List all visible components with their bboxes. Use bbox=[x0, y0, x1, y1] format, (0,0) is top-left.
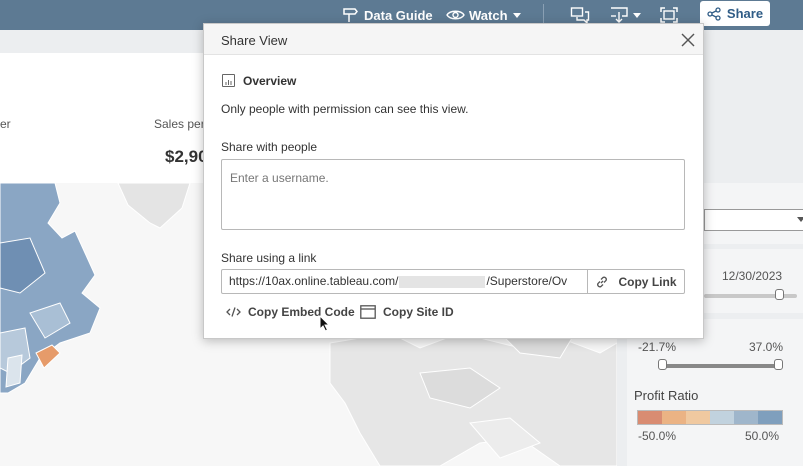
code-icon bbox=[226, 307, 241, 317]
share-label: Share bbox=[726, 6, 764, 21]
mouse-cursor-icon bbox=[319, 315, 331, 332]
chevron-down-icon bbox=[512, 12, 521, 18]
overview-title: Overview bbox=[243, 74, 297, 88]
legend-swatch bbox=[734, 411, 758, 424]
copy-link-button[interactable]: Copy Link bbox=[587, 270, 684, 293]
comments-icon bbox=[570, 7, 590, 24]
username-input[interactable] bbox=[221, 159, 685, 230]
dialog-title: Share View bbox=[221, 33, 288, 48]
share-with-people-label: Share with people bbox=[221, 140, 318, 154]
range-min-label: -21.7% bbox=[638, 340, 677, 354]
profit-ratio-legend: Profit Ratio -50.0% 50.0% bbox=[627, 382, 803, 466]
full-screen-icon bbox=[660, 7, 678, 23]
range-slider-max-handle[interactable] bbox=[774, 359, 783, 370]
filter-dropdown[interactable] bbox=[704, 209, 803, 231]
date-end-label: 12/30/2023 bbox=[722, 269, 783, 283]
eye-icon bbox=[446, 10, 465, 20]
signpost-icon bbox=[343, 8, 358, 22]
dialog-header: Share View bbox=[204, 24, 703, 55]
range-slider-track[interactable] bbox=[664, 364, 780, 368]
copy-link-label: Copy Link bbox=[618, 274, 677, 289]
download-icon bbox=[611, 7, 628, 23]
chevron-down-icon bbox=[797, 217, 803, 222]
close-button[interactable] bbox=[680, 32, 696, 48]
overview-description: Only people with permission can see this… bbox=[221, 102, 469, 116]
profit-ratio-max: 50.0% bbox=[745, 429, 780, 443]
share-icon bbox=[707, 6, 721, 21]
share-button[interactable]: Share bbox=[700, 1, 770, 26]
share-link-text[interactable]: https://10ax.online.tableau.com/ /Superst… bbox=[222, 270, 587, 293]
share-link-label: Share using a link bbox=[221, 251, 317, 265]
legend-swatch bbox=[758, 411, 782, 424]
link-icon bbox=[597, 276, 608, 287]
copy-embed-code-button[interactable]: Copy Embed Code bbox=[226, 304, 355, 320]
range-slider-min-handle[interactable] bbox=[658, 359, 667, 370]
redacted-site-segment bbox=[399, 275, 486, 288]
toolbar-divider bbox=[543, 4, 544, 24]
link-prefix: https://10ax.online.tableau.com/ bbox=[229, 274, 399, 288]
legend-swatch bbox=[686, 411, 710, 424]
range-max-label: 37.0% bbox=[749, 340, 784, 354]
overview-icon bbox=[222, 74, 235, 87]
link-suffix: /Superstore/Ov bbox=[486, 274, 568, 288]
browser-window-icon bbox=[360, 305, 376, 319]
share-view-dialog: Share View Overview Only people with per… bbox=[203, 23, 704, 339]
legend-swatch bbox=[662, 411, 686, 424]
profit-ratio-min: -50.0% bbox=[638, 429, 677, 443]
copy-site-id-button[interactable]: Copy Site ID bbox=[360, 304, 454, 320]
date-slider-handle[interactable] bbox=[775, 289, 784, 300]
copy-embed-code-label: Copy Embed Code bbox=[248, 305, 355, 319]
watch-label: Watch bbox=[469, 7, 508, 23]
profit-ratio-color-scale bbox=[637, 410, 783, 425]
close-icon bbox=[681, 33, 695, 47]
kpi-label: er bbox=[0, 117, 11, 131]
legend-swatch bbox=[638, 411, 662, 424]
chevron-down-icon bbox=[633, 12, 641, 18]
kpi-label-sales: Sales per bbox=[154, 117, 205, 131]
share-link-field[interactable]: https://10ax.online.tableau.com/ /Superst… bbox=[221, 269, 685, 294]
profit-ratio-title: Profit Ratio bbox=[634, 388, 699, 403]
legend-swatch bbox=[710, 411, 734, 424]
kpi-value-sales: $2,90 bbox=[165, 147, 208, 166]
data-guide-label: Data Guide bbox=[364, 7, 433, 23]
copy-site-id-label: Copy Site ID bbox=[383, 305, 454, 319]
